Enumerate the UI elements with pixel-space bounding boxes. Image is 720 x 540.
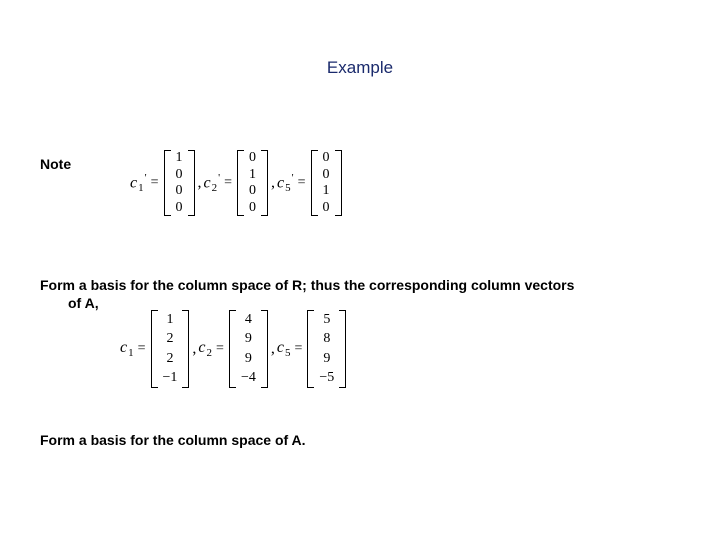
equation-r-basis: c1' = 1000 , c2' = 0100 , c5' = 0010 bbox=[130, 150, 343, 216]
paragraph-r-basis: Form a basis for the column space of R; … bbox=[40, 276, 680, 312]
vector-c1: 122−1 bbox=[151, 310, 190, 388]
equals: = bbox=[151, 175, 159, 191]
vector-c2p: 0100 bbox=[237, 150, 268, 216]
vector-c1p: 1000 bbox=[164, 150, 195, 216]
vector-c5: 589−5 bbox=[307, 310, 346, 388]
equals: = bbox=[138, 341, 146, 357]
var-c1: c1 bbox=[120, 339, 134, 359]
var-c2: c2 bbox=[198, 339, 212, 359]
equals: = bbox=[216, 341, 224, 357]
var-c5p: c5' bbox=[277, 172, 294, 195]
var-c2p: c2' bbox=[204, 172, 221, 195]
note-label: Note bbox=[40, 156, 71, 172]
comma: , bbox=[192, 340, 196, 388]
equals: = bbox=[224, 175, 232, 191]
comma: , bbox=[271, 174, 275, 216]
comma: , bbox=[271, 340, 275, 388]
slide-title: Example bbox=[0, 58, 720, 78]
var-c5: c5 bbox=[277, 339, 291, 359]
var-c1p: c1' bbox=[130, 172, 147, 195]
comma: , bbox=[198, 174, 202, 216]
equals: = bbox=[298, 175, 306, 191]
paragraph-a-basis: Form a basis for the column space of A. bbox=[40, 432, 306, 448]
vector-c5p: 0010 bbox=[311, 150, 342, 216]
equation-a-basis: c1 = 122−1 , c2 = 499−4 , c5 = 589−5 bbox=[120, 310, 347, 388]
equals: = bbox=[294, 341, 302, 357]
vector-c2: 499−4 bbox=[229, 310, 268, 388]
